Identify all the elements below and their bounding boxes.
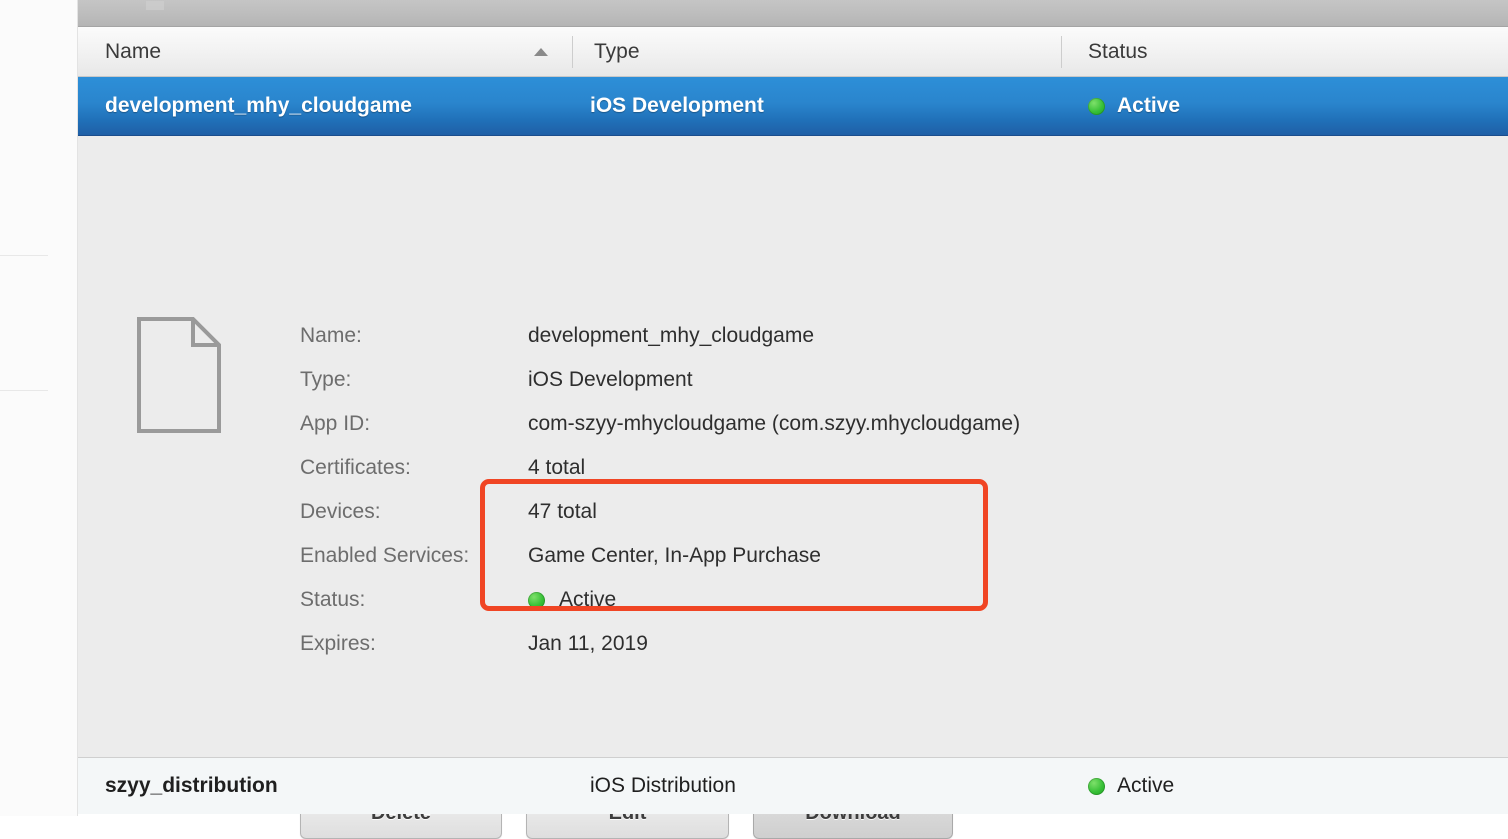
row-name-cell: development_mhy_cloudgame — [105, 94, 412, 117]
row-status-cell: Active — [1088, 758, 1174, 814]
table-row[interactable]: szyy_distribution iOS Distribution Activ… — [78, 758, 1508, 814]
status-dot-icon — [528, 591, 545, 609]
column-divider-status — [1061, 36, 1062, 68]
left-background-panel — [0, 0, 78, 816]
toolbar-partial-glyph — [146, 1, 164, 10]
background-divider-1 — [0, 255, 48, 256]
row-type-cell: iOS Distribution — [590, 774, 736, 797]
column-header-type[interactable]: Type — [594, 27, 640, 76]
detail-value: iOS Development — [528, 368, 693, 391]
table-row[interactable]: development_mhy_cloudgame iOS Developmen… — [78, 77, 1508, 136]
detail-label: Name: — [300, 324, 362, 347]
row-name-cell: szyy_distribution — [105, 774, 278, 797]
detail-label: Expires: — [300, 632, 376, 655]
column-header-name[interactable]: Name — [105, 27, 161, 76]
detail-value: 4 total — [528, 456, 586, 479]
row-type-cell: iOS Development — [590, 94, 764, 117]
detail-status-text: Active — [559, 588, 617, 611]
detail-label: Certificates: — [300, 456, 411, 479]
detail-value: Game Center, In-App Purchase — [528, 544, 821, 567]
document-icon — [137, 317, 221, 433]
status-dot-icon — [1088, 97, 1105, 115]
window-toolbar-strip — [78, 0, 1508, 27]
detail-label: Enabled Services: — [300, 544, 470, 567]
detail-value: com-szyy-mhycloudgame (com.szyy.mhycloud… — [528, 412, 1021, 435]
status-badge: Active — [1117, 94, 1181, 117]
detail-label: App ID: — [300, 412, 371, 435]
status-dot-icon — [1088, 777, 1105, 795]
detail-label: Status: — [300, 588, 366, 611]
provisioning-profiles-window: Name Type Status development_mhy_cloudga… — [0, 0, 1508, 839]
profile-detail-panel: Name: development_mhy_cloudgame Type: iO… — [78, 136, 1508, 839]
detail-value: development_mhy_cloudgame — [528, 324, 815, 347]
background-divider-2 — [0, 390, 48, 391]
row-status-cell: Active — [1088, 77, 1180, 135]
table-header-row: Name Type Status — [78, 27, 1508, 77]
detail-value: Jan 11, 2019 — [528, 632, 648, 655]
detail-value: 47 total — [528, 500, 597, 523]
status-badge: Active — [1117, 774, 1175, 797]
column-divider-type — [572, 36, 573, 68]
column-header-status[interactable]: Status — [1088, 27, 1148, 76]
detail-value: Active — [528, 578, 616, 622]
profiles-table: Name Type Status development_mhy_cloudga… — [78, 27, 1508, 839]
detail-label: Devices: — [300, 500, 381, 523]
detail-label: Type: — [300, 368, 352, 391]
sort-ascending-icon[interactable] — [534, 48, 548, 56]
